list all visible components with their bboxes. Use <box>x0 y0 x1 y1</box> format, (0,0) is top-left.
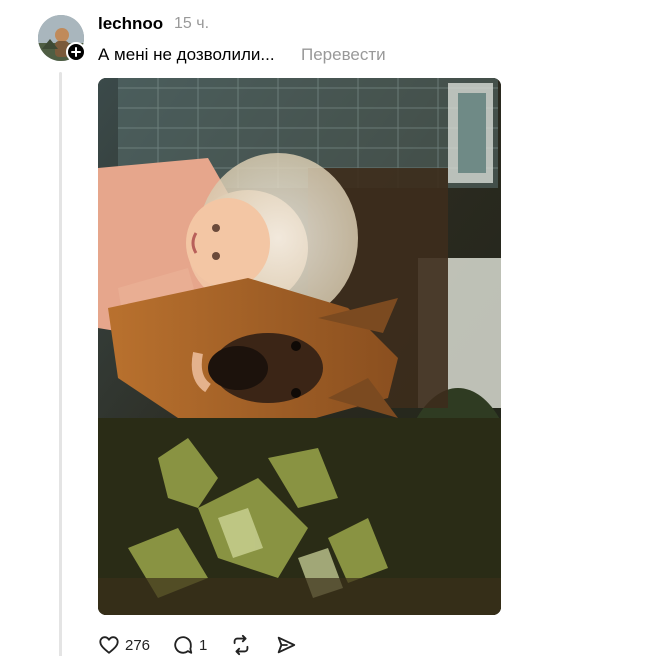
like-count: 276 <box>125 636 151 654</box>
post: lechnoo 15 ч. А мені не дозволили... Пер… <box>0 0 656 656</box>
action-bar: 276 1 <box>98 632 319 656</box>
heart-icon <box>98 634 120 656</box>
thread-line <box>59 72 62 656</box>
reply-button[interactable]: 1 <box>172 634 207 656</box>
follow-plus-icon[interactable] <box>66 42 86 62</box>
like-button[interactable]: 276 <box>98 634 150 656</box>
share-button[interactable] <box>275 634 297 656</box>
repost-button[interactable] <box>229 634 253 656</box>
post-photo[interactable] <box>98 78 501 615</box>
translate-link[interactable]: Перевести <box>301 45 386 65</box>
reply-count: 1 <box>199 636 208 654</box>
post-text: А мені не дозволили... <box>98 45 275 64</box>
send-icon <box>275 634 297 656</box>
comment-icon <box>172 634 194 656</box>
threads-page: lechnoo 15 ч. А мені не дозволили... Пер… <box>0 0 656 656</box>
username[interactable]: lechnoo <box>98 14 163 34</box>
timestamp: 15 ч. <box>174 15 210 32</box>
repost-icon <box>229 634 253 656</box>
avatar[interactable] <box>38 15 86 62</box>
